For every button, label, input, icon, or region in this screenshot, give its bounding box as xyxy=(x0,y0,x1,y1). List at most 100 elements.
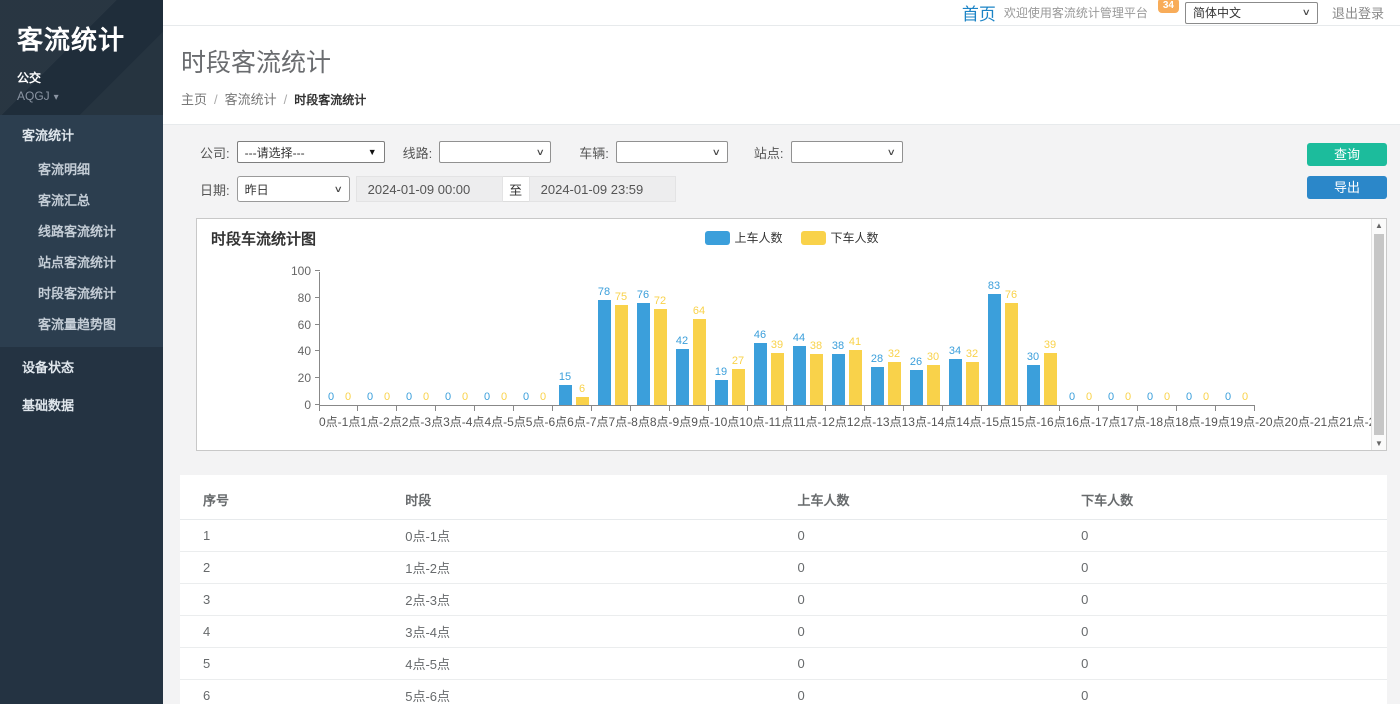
y-axis-tick-mark xyxy=(315,404,320,405)
bar-value-label: 38 xyxy=(810,340,822,353)
x-axis-tick xyxy=(553,406,592,411)
sidebar-subitem-0-2[interactable]: 线路客流统计 xyxy=(0,215,163,246)
table-cell: 1 xyxy=(180,520,397,552)
bar-上车人数 xyxy=(1027,365,1040,405)
filter-row-1: 公司: ---请选择--- ▼ 线路: ∨ 车辆: xyxy=(200,141,1307,163)
date-preset-select[interactable]: 昨日 ∨ xyxy=(237,176,350,202)
org-code-dropdown[interactable]: AQGJ▾ xyxy=(17,89,163,103)
bar-下车人数 xyxy=(810,354,823,405)
x-axis-label: 1点-2点 xyxy=(360,413,401,430)
table-cell: 5点-6点 xyxy=(397,680,789,704)
bar-下车人数 xyxy=(888,362,901,405)
chart-category-7: 7875 xyxy=(593,272,632,405)
bar-unit: 0 xyxy=(1161,272,1174,405)
company-label: 公司: xyxy=(200,143,230,162)
vehicle-select[interactable]: ∨ xyxy=(616,141,728,163)
breadcrumb-link-0[interactable]: 主页 xyxy=(181,92,207,107)
table-cell: 1点-2点 xyxy=(397,552,789,584)
x-axis-tick xyxy=(319,406,358,411)
sidebar-subitem-0-3[interactable]: 站点客流统计 xyxy=(0,246,163,277)
bar-上车人数 xyxy=(676,349,689,405)
bar-value-label: 76 xyxy=(1005,289,1017,302)
breadcrumb-current: 时段客流统计 xyxy=(294,93,366,107)
table-header-row: 序号时段上车人数下车人数 xyxy=(180,475,1387,520)
scroll-up-arrow-icon[interactable]: ▲ xyxy=(1372,221,1386,230)
company-select[interactable]: ---请选择--- ▼ xyxy=(237,141,385,163)
bar-unit: 32 xyxy=(888,272,901,405)
date-from-input[interactable]: 2024-01-09 00:00 xyxy=(356,176,503,202)
sidebar-subitem-0-0[interactable]: 客流明细 xyxy=(0,153,163,184)
station-select[interactable]: ∨ xyxy=(791,141,903,163)
export-button[interactable]: 导出 xyxy=(1307,176,1387,199)
legend-item-0[interactable]: 上车人数 xyxy=(704,229,782,246)
y-axis-tick-mark xyxy=(315,350,320,351)
y-axis-tick-label: 20 xyxy=(298,372,311,384)
bar-value-label: 46 xyxy=(754,329,766,342)
bar-unit: 83 xyxy=(988,272,1001,405)
sidebar-subitem-0-1[interactable]: 客流汇总 xyxy=(0,184,163,215)
bar-下车人数 xyxy=(732,369,745,405)
sidebar-subitem-0-5[interactable]: 客流量趋势图 xyxy=(0,308,163,339)
bar-value-label: 0 xyxy=(1203,391,1209,404)
x-axis-label: 15点-16点 xyxy=(1011,413,1066,430)
x-axis-tick xyxy=(1177,406,1216,411)
org-code-label: AQGJ xyxy=(17,89,50,103)
table-header-3: 下车人数 xyxy=(1073,475,1387,520)
chart-category-1: 00 xyxy=(359,272,398,405)
x-axis-tick xyxy=(904,406,943,411)
line-select[interactable]: ∨ xyxy=(439,141,551,163)
bar-value-label: 42 xyxy=(676,335,688,348)
bar-unit: 30 xyxy=(1027,272,1040,405)
x-axis-label: 12点-13点 xyxy=(847,413,902,430)
bar-unit: 0 xyxy=(1183,272,1196,405)
scrollbar-thumb[interactable] xyxy=(1374,234,1384,435)
x-axis-label: 6点-7点 xyxy=(567,413,608,430)
x-axis-label: 9点-10点 xyxy=(691,413,739,430)
bar-上车人数 xyxy=(832,354,845,405)
bar-unit: 39 xyxy=(1044,272,1057,405)
breadcrumb: 主页/客流统计/时段客流统计 xyxy=(181,89,1400,108)
x-axis-label: 4点-5点 xyxy=(484,413,525,430)
sidebar-subitem-0-4[interactable]: 时段客流统计 xyxy=(0,277,163,308)
sidebar-logo-block: 客流统计 公交 AQGJ▾ xyxy=(0,0,163,115)
chevron-down-icon: ∨ xyxy=(535,147,544,158)
bar-上车人数 xyxy=(559,385,572,405)
sidebar-section-1[interactable]: 设备状态 xyxy=(0,347,163,385)
table-cell: 0 xyxy=(790,584,1074,616)
bar-value-label: 34 xyxy=(949,345,961,358)
table-cell: 0 xyxy=(790,648,1074,680)
top-navbar: 首页 欢迎使用客流统计管理平台 34 简体中文 ∨ 退出登录 xyxy=(163,0,1400,26)
bar-value-label: 0 xyxy=(1147,391,1153,404)
chart-vertical-scrollbar[interactable]: ▲ ▼ xyxy=(1371,219,1386,450)
logout-link[interactable]: 退出登录 xyxy=(1332,3,1384,22)
x-axis-label: 14点-15点 xyxy=(956,413,1011,430)
filter-bar: 公司: ---请选择--- ▼ 线路: ∨ 车辆: xyxy=(180,141,1387,202)
bar-unit: 15 xyxy=(559,272,572,405)
table-row: 54点-5点00 xyxy=(180,648,1387,680)
home-link[interactable]: 首页 xyxy=(962,0,996,25)
y-axis-tick-mark xyxy=(315,324,320,325)
bar-value-label: 28 xyxy=(871,353,883,366)
date-to-input[interactable]: 2024-01-09 23:59 xyxy=(529,176,676,202)
bar-unit: 0 xyxy=(1200,272,1213,405)
chart-category-5: 00 xyxy=(515,272,554,405)
bar-value-label: 15 xyxy=(559,371,571,384)
x-axis-label: 20点-21点 xyxy=(1285,413,1340,430)
legend-item-1[interactable]: 下车人数 xyxy=(801,229,879,246)
y-axis-tick-label: 0 xyxy=(304,399,311,411)
date-preset-value: 昨日 xyxy=(245,181,269,198)
language-select[interactable]: 简体中文 ∨ xyxy=(1185,2,1318,24)
table-cell: 0 xyxy=(1073,520,1387,552)
scroll-down-arrow-icon[interactable]: ▼ xyxy=(1372,439,1386,448)
bar-value-label: 19 xyxy=(715,366,727,379)
sidebar-section-0[interactable]: 客流统计 xyxy=(0,115,163,153)
bar-上车人数 xyxy=(871,367,884,405)
sidebar-section-2[interactable]: 基础数据 xyxy=(0,385,163,423)
page-content: 公司: ---请选择--- ▼ 线路: ∨ 车辆: xyxy=(163,125,1400,704)
x-axis-tick xyxy=(1138,406,1177,411)
breadcrumb-link-1[interactable]: 客流统计 xyxy=(225,92,277,107)
x-axis-tick xyxy=(436,406,475,411)
chart-title: 时段车流统计图 xyxy=(211,228,316,249)
legend-label: 下车人数 xyxy=(831,229,879,246)
query-button[interactable]: 查询 xyxy=(1307,143,1387,166)
